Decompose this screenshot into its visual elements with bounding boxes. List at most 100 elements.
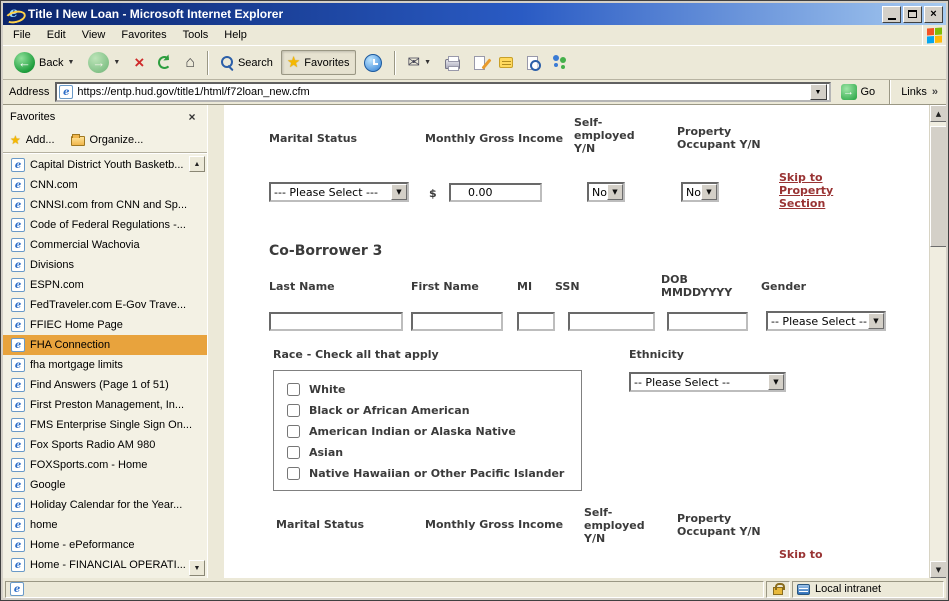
mail-button[interactable]: ✉ ▼ [402,50,438,75]
menu-item[interactable]: View [74,26,114,44]
race-checkbox[interactable] [287,383,300,396]
favorite-item[interactable]: e ESPN.com [3,275,207,295]
dropdown-arrow-icon[interactable]: ▼ [701,184,717,200]
favorite-item[interactable]: e Home - FINANCIAL OPERATI... [3,555,207,575]
favorite-item[interactable]: e Divisions [3,255,207,275]
menu-item[interactable]: Tools [175,26,217,44]
favorites-scroll-down-button[interactable]: ▼ [189,560,205,576]
self-employed-header-2: Self-employed Y/N [584,506,646,545]
links-bar[interactable]: Links » [901,86,940,98]
links-chevron-icon[interactable]: » [932,86,938,98]
income-input[interactable] [449,183,542,202]
last-name-input[interactable] [269,312,403,331]
messenger-button[interactable] [546,50,575,75]
go-button[interactable]: → Go [837,82,880,102]
mi-input[interactable] [517,312,555,331]
skip-to-property-link[interactable]: Skip to Property Section [779,171,843,210]
favorite-item[interactable]: e home [3,515,207,535]
race-option-row[interactable]: Native Hawaiian or Other Pacific Islande… [274,463,581,484]
race-option-row[interactable]: American Indian or Alaska Native [274,421,581,442]
toolbar-separator [394,51,396,75]
stop-button[interactable]: × [128,49,150,76]
dropdown-arrow-icon[interactable]: ▼ [868,313,884,329]
race-option-row[interactable]: White [274,379,581,400]
back-button[interactable]: ← Back ▼ [8,47,80,78]
favorite-item[interactable]: e FHA Connection [3,335,207,355]
favorite-item[interactable]: e Capital District Youth Basketb... [3,155,207,175]
maximize-button[interactable] [903,6,922,23]
scroll-up-button[interactable]: ▲ [930,105,946,122]
ssn-input[interactable] [568,312,655,331]
dropdown-arrow-icon[interactable]: ▼ [768,374,784,390]
race-checkbox[interactable] [287,446,300,459]
vertical-scrollbar[interactable]: ▲ ▼ [929,105,946,578]
menu-item[interactable]: Favorites [113,26,174,44]
race-checkbox[interactable] [287,467,300,480]
mail-dropdown-icon[interactable]: ▼ [424,59,431,66]
edit-button[interactable] [468,51,491,75]
address-dropdown-button[interactable]: ▼ [810,84,827,100]
favorite-item[interactable]: e FMS Enterprise Single Sign On... [3,415,207,435]
address-label: Address [9,86,49,98]
favorites-button[interactable]: ★ Favorites [281,50,356,75]
race-checkbox[interactable] [287,404,300,417]
home-button[interactable]: ⌂ [179,50,201,76]
ie-page-icon: e [11,378,25,392]
favorite-item[interactable]: e Find Answers (Page 1 of 51) [3,375,207,395]
back-dropdown-icon[interactable]: ▼ [67,59,74,66]
marital-status-select[interactable]: --- Please Select --- ▼ [269,182,409,202]
favorite-item[interactable]: e Code of Federal Regulations -... [3,215,207,235]
favorite-item[interactable]: e Home - ePeformance [3,535,207,555]
browser-window: e Title I New Loan - Microsoft Internet … [0,0,949,601]
favorite-item[interactable]: e First Preston Management, In... [3,395,207,415]
back-icon: ← [14,52,35,73]
research-button[interactable] [521,51,544,75]
discuss-button[interactable] [493,52,519,73]
forward-dropdown-icon[interactable]: ▼ [113,59,120,66]
favorite-item[interactable]: e FFIEC Home Page [3,315,207,335]
race-checkbox[interactable] [287,425,300,438]
forward-button[interactable]: → ▼ [82,47,126,78]
favorite-item[interactable]: e Fox Sports Radio AM 980 [3,435,207,455]
menu-item[interactable]: Edit [39,26,74,44]
gender-select[interactable]: -- Please Select -- ▼ [766,311,886,331]
favorites-close-button[interactable]: × [184,109,200,125]
print-button[interactable] [439,51,466,74]
favorite-item[interactable]: e Commercial Wachovia [3,235,207,255]
menu-item[interactable]: Help [216,26,255,44]
dob-input[interactable] [667,312,748,331]
ethnicity-select[interactable]: -- Please Select -- ▼ [629,372,786,392]
panel-resize-gutter[interactable] [209,105,224,578]
close-button[interactable]: × [924,6,943,23]
ie-page-icon: e [11,298,25,312]
occupant-select[interactable]: No ▼ [681,182,719,202]
search-button[interactable]: Search [215,51,279,74]
favorite-item[interactable]: e Google [3,475,207,495]
skip-to-link-partial[interactable]: Skip to [779,548,823,558]
refresh-button[interactable] [152,51,177,74]
race-option-row[interactable]: Black or African American [274,400,581,421]
self-employed-select[interactable]: No ▼ [587,182,625,202]
scroll-down-button[interactable]: ▼ [930,561,946,578]
dropdown-arrow-icon[interactable]: ▼ [391,184,407,200]
history-button[interactable] [358,49,388,77]
address-input[interactable]: e https://entp.hud.gov/title1/html/f72lo… [55,82,830,102]
favorite-item[interactable]: e CNN.com [3,175,207,195]
add-favorite-button[interactable]: ★ Add... [10,134,55,146]
favorite-item[interactable]: e CNNSI.com from CNN and Sp... [3,195,207,215]
scrollbar-thumb[interactable] [930,126,946,247]
favorites-scroll-up-button[interactable]: ▲ [189,156,205,172]
title-bar[interactable]: e Title I New Loan - Microsoft Internet … [3,3,946,25]
first-name-input[interactable] [411,312,503,331]
address-url[interactable]: https://entp.hud.gov/title1/html/f72loan… [77,86,805,98]
dropdown-arrow-icon[interactable]: ▼ [607,184,623,200]
favorite-item[interactable]: e fha mortgage limits [3,355,207,375]
favorite-item[interactable]: e FedTraveler.com E-Gov Trave... [3,295,207,315]
minimize-button[interactable] [882,6,901,23]
favorite-item[interactable]: e FOXSports.com - Home [3,455,207,475]
favorite-item[interactable]: e Holiday Calendar for the Year... [3,495,207,515]
menu-item[interactable]: File [5,26,39,44]
race-option-row[interactable]: Asian [274,442,581,463]
last-name-header: Last Name [269,280,335,293]
organize-favorites-button[interactable]: Organize... [71,134,144,146]
